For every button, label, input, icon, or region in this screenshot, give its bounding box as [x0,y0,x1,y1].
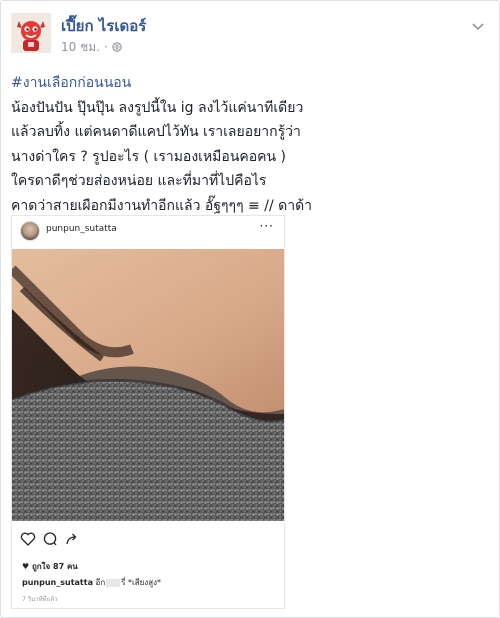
post-body: #งานเลือกก่อนนอน น้องปันปัน ปุ๊นปุ๊น ลงร… [11,71,481,219]
facebook-post-card: เปี๊ยก ไรเดอร์ 10 ชม. · #งานเลือกก่อนนอน … [0,0,500,618]
caption-username: punpun_sutatta [22,578,93,587]
post-time[interactable]: 10 ชม. [61,40,100,54]
instagram-timestamp: 7 วินาทีที่แล้ว [22,596,58,603]
heart-icon[interactable] [20,531,36,547]
avatar[interactable] [11,13,51,53]
caption-text-start: อีก [95,578,106,587]
instagram-username: punpun_sutatta [46,224,117,234]
comment-icon[interactable] [42,531,58,547]
post-line: นางด่าใคร ? รูปอะไร ( เรามองเหมือนคอคน ) [11,148,287,165]
instagram-photo [12,249,284,521]
chevron-down-icon[interactable] [471,17,485,31]
meta-separator: · [103,40,108,54]
caption-text-end: รี่ *เสียงสูง* [121,578,162,587]
like-count: ♥ ถูกใจ 87 คน [22,562,78,571]
globe-icon [112,40,122,54]
post-meta: 10 ชม. · [61,38,122,57]
instagram-avatar [20,221,40,241]
hashtag-link[interactable]: #งานเลือกก่อนนอน [11,71,481,96]
post-line: แล้วลบทิ้ง แต่คนดาดีแคปไว้ทัน เราเลยอยาก… [11,124,301,141]
avatar-devil-icon [11,13,51,53]
instagram-screenshot[interactable]: punpun_sutatta ··· ♥ ถูกใจ 87 คน punpun_… [11,215,285,609]
share-icon[interactable] [64,531,80,547]
author-name[interactable]: เปี๊ยก ไรเดอร์ [61,14,146,38]
post-line: น้องปันปัน ปุ๊นปุ๊น ลงรูปนี้ใน ig ลงไว้แ… [11,99,304,116]
instagram-header: punpun_sutatta ··· [12,216,284,248]
instagram-caption: punpun_sutatta อีก รี่ *เสียงสูง* [22,576,161,589]
more-icon: ··· [259,219,274,233]
post-line: ใครดาดีๆช่วยส่องหน่อย และที่มาที่ไปคือไร [11,173,267,190]
caption-blur [106,578,121,587]
